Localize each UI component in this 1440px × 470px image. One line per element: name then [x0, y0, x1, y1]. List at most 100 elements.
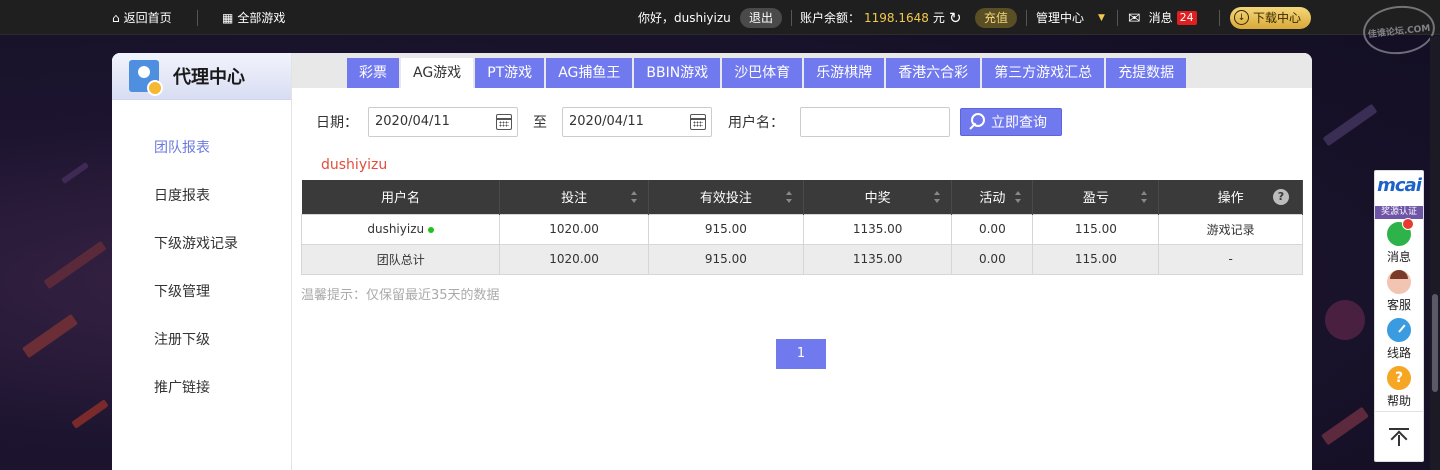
divider	[1219, 10, 1220, 26]
tab-lottery[interactable]: 彩票	[347, 58, 399, 88]
sidebar-menu: 团队报表 日度报表 下级游戏记录 下级管理 注册下级 推广链接	[112, 100, 291, 412]
grid-icon: ▦	[222, 10, 234, 25]
sort-icon[interactable]	[934, 191, 941, 203]
logout-button[interactable]: 退出	[740, 7, 783, 28]
balance: 账户余额： 1198.1648 元 ↻	[800, 0, 962, 35]
manage-center-label: 管理中心	[1036, 11, 1085, 25]
end-date-input[interactable]: 2020/04/11	[562, 107, 712, 137]
tab-bbin-games[interactable]: BBIN游戏	[634, 58, 721, 88]
rail-customer-service-button[interactable]: 客服	[1375, 267, 1423, 315]
total-action: -	[1158, 243, 1303, 275]
tab-leyou-chess[interactable]: 乐游棋牌	[804, 58, 885, 88]
total-bet: 1020.00	[499, 243, 649, 275]
message-icon	[1387, 217, 1414, 246]
sidebar-item-promo-link[interactable]: 推广链接	[112, 364, 291, 412]
download-center-button[interactable]: ↓ 下载中心	[1230, 6, 1312, 29]
column-header-text: 活动	[979, 191, 1006, 207]
rail-label: 客服	[1386, 297, 1411, 312]
home-icon: ⌂	[112, 10, 120, 25]
divider	[197, 10, 198, 26]
date-label: 日期：	[316, 115, 358, 131]
column-header-win[interactable]: 中奖	[803, 180, 953, 214]
sort-icon[interactable]	[1015, 191, 1022, 203]
greeting-text: 你好，dushiyizu	[638, 11, 731, 25]
back-to-top-button[interactable]	[1375, 411, 1423, 461]
refresh-icon[interactable]: ↻	[949, 9, 962, 27]
top-bar: ⌂ 返回首页 ▦ 全部游戏 你好，dushiyizu 退出 账户余额： 1198…	[0, 0, 1440, 35]
mcai-certification-badge[interactable]: mcai 奖源认证	[1375, 171, 1423, 219]
rail-message-button[interactable]: 消息	[1375, 217, 1423, 267]
column-header-activity[interactable]: 活动	[951, 180, 1034, 214]
retention-hint: 温馨提示：仅保留最近35天的数据	[301, 288, 500, 303]
tab-ag-games[interactable]: AG游戏	[401, 58, 474, 88]
sort-icon[interactable]	[1141, 191, 1148, 203]
start-date-input[interactable]: 2020/04/11	[368, 107, 518, 137]
column-header-bet[interactable]: 投注	[499, 180, 649, 214]
tab-ag-fishing[interactable]: AG捕鱼王	[546, 58, 633, 88]
report-table: 用户名 投注 有效投注 中奖 活动 盈亏 操作? dushiyizu 1020.…	[300, 180, 1303, 275]
sidebar-item-team-report[interactable]: 团队报表	[112, 124, 291, 172]
main-content: 彩票 AG游戏 PT游戏 AG捕鱼王 BBIN游戏 沙巴体育 乐游棋牌 香港六合…	[292, 53, 1312, 470]
divider	[1117, 10, 1118, 26]
chevron-down-icon: ▼	[1098, 12, 1105, 23]
messages-count-badge: 24	[1176, 10, 1197, 25]
brand-logo: mcai	[1377, 175, 1422, 196]
total-profit: 115.00	[1032, 243, 1160, 275]
sidebar-item-sub-game-records[interactable]: 下级游戏记录	[112, 220, 291, 268]
balance-label: 账户余额：	[800, 11, 861, 25]
end-date-value: 2020/04/11	[569, 114, 644, 129]
column-header-valid-bet[interactable]: 有效投注	[648, 180, 805, 214]
tab-deposit-withdraw[interactable]: 充提数据	[1106, 58, 1187, 88]
table-row: dushiyizu 1020.00 915.00 1135.00 0.00 11…	[300, 213, 1303, 245]
column-header-profit[interactable]: 盈亏	[1032, 180, 1160, 214]
cell-username: dushiyizu	[300, 213, 501, 245]
mail-icon: ✉	[1128, 8, 1141, 27]
cert-label: 奖源认证	[1375, 206, 1423, 219]
search-icon	[969, 113, 985, 131]
rail-route-button[interactable]: 线路	[1375, 315, 1423, 363]
username-label: 用户名：	[728, 115, 784, 131]
start-date-value: 2020/04/11	[375, 114, 450, 129]
game-record-link[interactable]: 游戏记录	[1158, 213, 1303, 245]
messages-link[interactable]: ✉ 消息 24	[1128, 0, 1197, 35]
home-link[interactable]: ⌂ 返回首页	[112, 0, 172, 35]
sort-icon[interactable]	[786, 191, 793, 203]
greeting: 你好，dushiyizu	[638, 0, 731, 35]
calendar-icon[interactable]	[496, 114, 512, 130]
filter-bar: 日期： 2020/04/11 至 2020/04/11 用户名： 立即查询	[316, 107, 1062, 137]
rail-help-button[interactable]: ? 帮助	[1375, 363, 1423, 411]
sort-icon[interactable]	[630, 191, 638, 203]
username-input[interactable]	[800, 107, 950, 137]
scrollbar-thumb[interactable]	[1432, 294, 1438, 392]
route-icon	[1387, 317, 1411, 342]
query-label: 立即查询	[991, 115, 1047, 131]
divider	[1026, 10, 1027, 26]
page-button-1[interactable]: 1	[776, 339, 826, 369]
all-games-label: 全部游戏	[237, 11, 286, 25]
sidebar-item-daily-report[interactable]: 日度报表	[112, 172, 291, 220]
tab-hk-mark-six[interactable]: 香港六合彩	[886, 58, 981, 88]
sidebar-item-sub-management[interactable]: 下级管理	[112, 268, 291, 316]
sidebar-title: 代理中心	[173, 67, 245, 88]
column-header-text: 操作	[1217, 191, 1244, 207]
rail-label: 消息	[1386, 249, 1411, 264]
rail-label: 线路	[1386, 345, 1411, 360]
floating-service-rail: mcai 奖源认证 消息 客服 线路 ? 帮助	[1374, 170, 1424, 462]
all-games-link[interactable]: ▦ 全部游戏	[222, 0, 285, 35]
current-user-label: dushiyizu	[321, 157, 388, 173]
page-scrollbar[interactable]	[1430, 36, 1440, 470]
cell-bet: 1020.00	[499, 213, 649, 245]
tab-saba-sports[interactable]: 沙巴体育	[722, 58, 803, 88]
recharge-button[interactable]: 充值	[975, 7, 1018, 28]
help-icon[interactable]: ?	[1273, 189, 1289, 205]
tab-third-party-summary[interactable]: 第三方游戏汇总	[982, 58, 1105, 88]
messages-label: 消息	[1148, 11, 1173, 25]
query-button[interactable]: 立即查询	[960, 108, 1062, 136]
calendar-icon[interactable]	[690, 114, 706, 130]
column-header-text: 有效投注	[699, 191, 752, 207]
column-header-text: 用户名	[380, 191, 420, 207]
balance-unit: 元	[932, 11, 945, 25]
sidebar-item-register-sub[interactable]: 注册下级	[112, 316, 291, 364]
tab-pt-games[interactable]: PT游戏	[475, 58, 545, 88]
manage-center-menu[interactable]: 管理中心 ▼	[1036, 0, 1105, 35]
